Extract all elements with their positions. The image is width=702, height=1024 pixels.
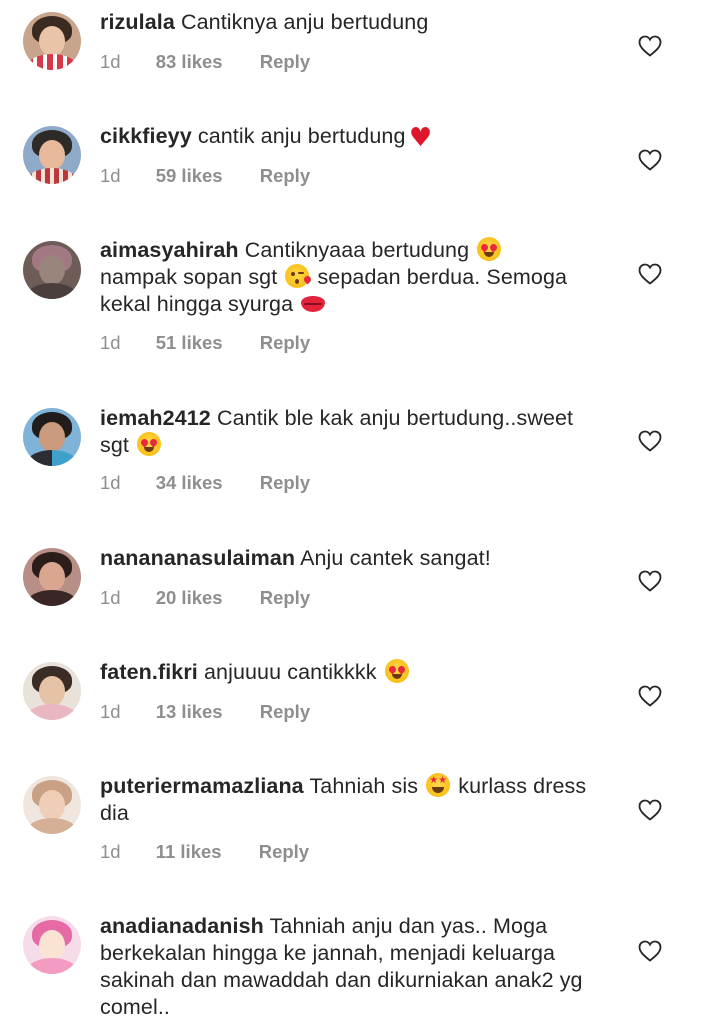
comment-body: Tahniah sis [309, 774, 419, 798]
comment-body: cantik anju bertudung [197, 124, 406, 148]
comment-body: anjuuuu cantikkkk [203, 660, 377, 684]
username[interactable]: iemah2412 [100, 406, 211, 430]
comment-body: nampak sopan sgt [100, 265, 278, 289]
comment-meta: 1d 20 likes Reply [100, 587, 310, 609]
likes-count[interactable]: 20 likes [156, 587, 223, 608]
heart-eyes-emoji [477, 237, 502, 261]
timestamp: 1d [100, 165, 121, 186]
avatar[interactable] [23, 916, 81, 974]
avatar[interactable] [23, 12, 81, 70]
likes-count[interactable]: 59 likes [156, 165, 223, 186]
comment-text: iemah2412 Cantik ble kak anju bertudung.… [100, 405, 600, 459]
comment-text: aimasyahirah Cantiknyaaa bertudung nampa… [100, 237, 600, 318]
username[interactable]: aimasyahirah [100, 238, 239, 262]
likes-count[interactable]: 51 likes [156, 332, 223, 353]
heart-eyes-emoji [137, 432, 162, 456]
avatar[interactable] [23, 241, 81, 299]
comment-text: puteriermamazliana Tahniah sis kurlass d… [100, 773, 600, 827]
comment-meta: 1d 83 likes Reply [100, 51, 310, 73]
comment-meta: 1d 13 likes Reply [100, 701, 310, 723]
avatar[interactable] [23, 126, 81, 184]
likes-count[interactable]: 83 likes [156, 51, 223, 72]
comment-body: Cantiknyaaa bertudung [244, 238, 470, 262]
comment-meta: 1d 34 likes Reply [100, 472, 310, 494]
red-heart-emoji: ♥ [408, 123, 433, 153]
reply-button[interactable]: Reply [260, 701, 310, 722]
comment-meta: 1d 51 likes Reply [100, 332, 310, 354]
heart-outline-icon[interactable] [638, 940, 662, 962]
heart-eyes-emoji [384, 659, 409, 683]
comment-meta: 1d 59 likes Reply [100, 165, 310, 187]
avatar[interactable] [23, 408, 81, 466]
likes-count[interactable]: 34 likes [156, 472, 223, 493]
comment-meta: 1d 11 likes Reply [100, 841, 309, 863]
avatar[interactable] [23, 662, 81, 720]
reply-button[interactable]: Reply [260, 165, 310, 186]
heart-outline-icon[interactable] [638, 149, 662, 171]
comment-text: rizulala Cantiknya anju bertudung [100, 9, 600, 36]
username[interactable]: puteriermamazliana [100, 774, 304, 798]
comment-text: nanananasulaiman Anju cantek sangat! [100, 545, 600, 572]
reply-button[interactable]: Reply [260, 51, 310, 72]
likes-count[interactable]: 11 likes [156, 841, 222, 862]
reply-button[interactable]: Reply [259, 841, 309, 862]
star-struck-emoji [426, 773, 451, 797]
username[interactable]: rizulala [100, 10, 175, 34]
kiss-mark-emoji [301, 296, 326, 312]
reply-button[interactable]: Reply [260, 587, 310, 608]
timestamp: 1d [100, 841, 121, 862]
comment-body: Cantiknya anju bertudung [180, 10, 429, 34]
timestamp: 1d [100, 587, 121, 608]
username[interactable]: cikkfieyy [100, 124, 192, 148]
heart-outline-icon[interactable] [638, 799, 662, 821]
timestamp: 1d [100, 51, 121, 72]
comment-text: cikkfieyy cantik anju bertudung ♥ [100, 123, 600, 153]
kissing-heart-emoji [285, 264, 313, 288]
heart-outline-icon[interactable] [638, 570, 662, 592]
heart-outline-icon[interactable] [638, 430, 662, 452]
username[interactable]: anadianadanish [100, 914, 264, 938]
reply-button[interactable]: Reply [260, 472, 310, 493]
timestamp: 1d [100, 332, 121, 353]
avatar[interactable] [23, 548, 81, 606]
comment-text: anadianadanish Tahniah anju dan yas.. Mo… [100, 913, 600, 1021]
timestamp: 1d [100, 701, 121, 722]
comment-text: faten.fikri anjuuuu cantikkkk [100, 659, 600, 686]
username[interactable]: faten.fikri [100, 660, 198, 684]
heart-outline-icon[interactable] [638, 35, 662, 57]
timestamp: 1d [100, 472, 121, 493]
avatar[interactable] [23, 776, 81, 834]
reply-button[interactable]: Reply [260, 332, 310, 353]
heart-outline-icon[interactable] [638, 685, 662, 707]
likes-count[interactable]: 13 likes [156, 701, 223, 722]
username[interactable]: nanananasulaiman [100, 546, 295, 570]
heart-outline-icon[interactable] [638, 263, 662, 285]
comment-body: Anju cantek sangat! [300, 546, 491, 570]
